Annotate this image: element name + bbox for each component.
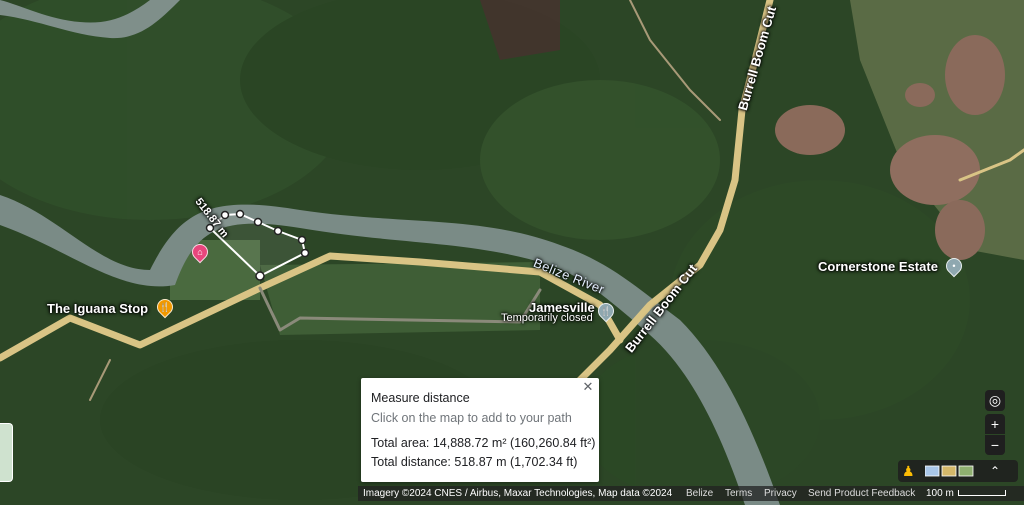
zoom-out-button[interactable]: −: [985, 435, 1005, 455]
vertex: [220, 210, 230, 220]
measure-distance-card: ✕ Measure distance Click on the map to a…: [361, 378, 599, 482]
measure-total-distance: Total distance: 518.87 m (1,702.34 ft): [371, 455, 578, 469]
vertex: [273, 226, 283, 236]
country-link[interactable]: Belize: [686, 486, 713, 501]
vertex: [297, 235, 307, 245]
feedback-link[interactable]: Send Product Feedback: [808, 486, 915, 501]
imagery-thumbnail-tab[interactable]: [0, 423, 13, 482]
privacy-link[interactable]: Privacy: [764, 486, 797, 501]
place-status-jamesville: Temporarily closed: [501, 312, 593, 324]
place-label-cornerstone[interactable]: Cornerstone Estate: [818, 259, 938, 274]
scale-bar: [958, 490, 1006, 496]
imagery-attribution: Imagery ©2024 CNES / Airbus, Maxar Techn…: [363, 488, 673, 499]
vertex: [235, 209, 245, 219]
measure-total-area: Total area: 14,888.72 m² (160,260.84 ft²…: [371, 436, 596, 450]
measure-title: Measure distance: [371, 391, 470, 405]
attribution-bar: Imagery ©2024 CNES / Airbus, Maxar Techn…: [358, 486, 1024, 501]
pegman-icon[interactable]: ♟: [902, 462, 915, 480]
vertex: [255, 271, 265, 281]
vertex: [253, 217, 263, 227]
expand-layers-button[interactable]: ⌃: [988, 461, 1002, 479]
measure-hint: Click on the map to add to your path: [371, 411, 572, 425]
scale-label[interactable]: 100 m: [926, 486, 954, 501]
zoom-in-button[interactable]: +: [985, 414, 1005, 434]
place-label-iguana-stop[interactable]: The Iguana Stop: [47, 301, 148, 316]
layer-thumbnails[interactable]: [925, 464, 975, 478]
vertex: [300, 248, 310, 258]
close-icon[interactable]: ✕: [581, 380, 595, 394]
terms-link[interactable]: Terms: [725, 486, 752, 501]
my-location-icon[interactable]: ◎: [985, 390, 1005, 411]
